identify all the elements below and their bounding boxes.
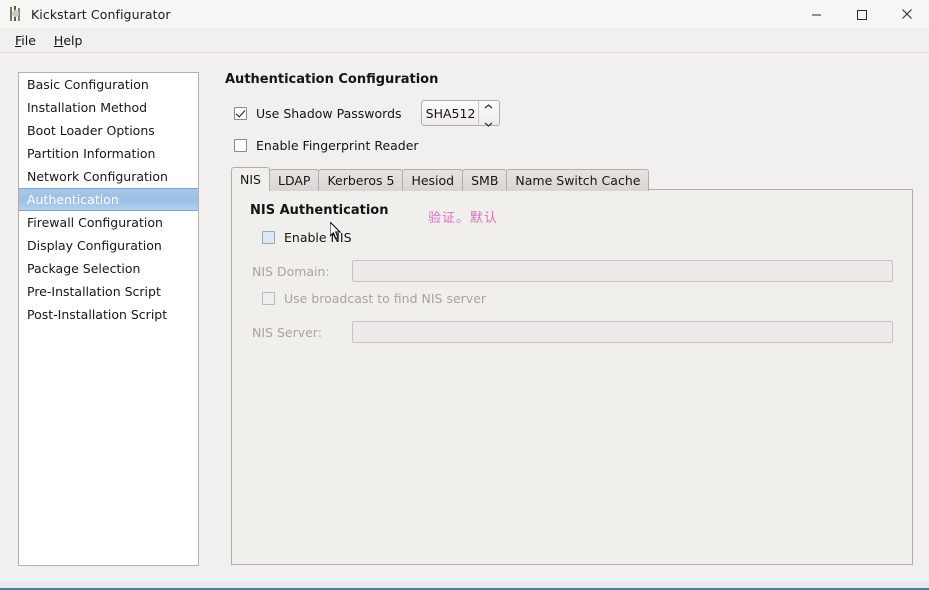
menu-help-rest: elp	[63, 33, 82, 48]
navigation-list[interactable]: Basic Configuration Installation Method …	[18, 72, 199, 566]
nis-domain-label: NIS Domain:	[252, 264, 352, 279]
fingerprint-row: Enable Fingerprint Reader	[234, 133, 915, 157]
tab-hesiod[interactable]: Hesiod	[402, 169, 463, 191]
nis-broadcast-row: Use broadcast to find NIS server	[262, 291, 486, 306]
nis-domain-row: NIS Domain:	[252, 260, 893, 282]
minimize-button[interactable]	[794, 0, 839, 28]
status-bar	[0, 581, 929, 590]
hash-algorithm-select[interactable]: SHA512	[421, 100, 500, 126]
nis-broadcast-label: Use broadcast to find NIS server	[284, 291, 486, 306]
tab-kerberos-5[interactable]: Kerberos 5	[318, 169, 403, 191]
hash-algorithm-value: SHA512	[422, 106, 478, 121]
minimize-icon	[810, 8, 823, 21]
enable-nis-row: Enable NIS	[262, 230, 352, 245]
sidebar-item-partition-information[interactable]: Partition Information	[19, 142, 198, 165]
annotation-text: 验证。默认	[428, 207, 498, 226]
menu-help[interactable]: Help	[45, 30, 92, 51]
tab-nis[interactable]: NIS	[231, 167, 270, 191]
close-icon	[900, 7, 914, 21]
chevron-up-down-icon[interactable]	[479, 97, 499, 130]
page-title: Authentication Configuration	[225, 72, 915, 87]
tab-name-switch-cache[interactable]: Name Switch Cache	[506, 169, 649, 191]
shadow-passwords-label: Use Shadow Passwords	[256, 106, 402, 121]
application-window: Kickstart Configurator File Help	[0, 0, 929, 590]
tab-smb[interactable]: SMB	[462, 169, 507, 191]
shadow-passwords-checkbox[interactable]	[234, 107, 247, 120]
app-icon	[7, 5, 25, 23]
nis-server-row: NIS Server:	[252, 321, 893, 343]
nis-section-title: NIS Authentication	[250, 203, 388, 218]
menu-file-rest: ile	[21, 33, 36, 48]
sidebar-item-authentication[interactable]: Authentication	[19, 188, 198, 211]
sidebar-item-package-selection[interactable]: Package Selection	[19, 257, 198, 280]
fingerprint-checkbox[interactable]	[234, 139, 247, 152]
window-title: Kickstart Configurator	[31, 7, 171, 22]
sidebar-item-display-configuration[interactable]: Display Configuration	[19, 234, 198, 257]
sidebar-item-boot-loader-options[interactable]: Boot Loader Options	[19, 119, 198, 142]
window-controls	[794, 0, 929, 28]
enable-nis-checkbox[interactable]	[262, 231, 275, 244]
maximize-button[interactable]	[839, 0, 884, 28]
nis-server-label: NIS Server:	[252, 325, 352, 340]
nis-server-input[interactable]	[352, 321, 893, 343]
shadow-passwords-row: Use Shadow Passwords SHA512	[234, 101, 915, 125]
sidebar-item-post-installation-script[interactable]: Post-Installation Script	[19, 303, 198, 326]
sidebar-item-firewall-configuration[interactable]: Firewall Configuration	[19, 211, 198, 234]
fingerprint-label: Enable Fingerprint Reader	[256, 138, 419, 153]
sidebar-item-basic-configuration[interactable]: Basic Configuration	[19, 73, 198, 96]
content-pane: Authentication Configuration Use Shadow …	[225, 72, 915, 157]
title-bar: Kickstart Configurator	[0, 0, 929, 29]
close-button[interactable]	[884, 0, 929, 28]
sidebar-item-installation-method[interactable]: Installation Method	[19, 96, 198, 119]
menu-file[interactable]: File	[6, 30, 45, 51]
menu-bar: File Help	[0, 28, 929, 53]
nis-domain-input[interactable]	[352, 260, 893, 282]
maximize-icon	[855, 8, 868, 21]
sidebar-item-pre-installation-script[interactable]: Pre-Installation Script	[19, 280, 198, 303]
nis-broadcast-checkbox[interactable]	[262, 292, 275, 305]
tab-bar: NIS LDAP Kerberos 5 Hesiod SMB Name Swit…	[231, 167, 648, 191]
enable-nis-label: Enable NIS	[284, 230, 352, 245]
sidebar-item-network-configuration[interactable]: Network Configuration	[19, 165, 198, 188]
tab-ldap[interactable]: LDAP	[269, 169, 319, 191]
menu-help-mnemonic: H	[54, 33, 63, 48]
nis-tab-panel: NIS Authentication 验证。默认 Enable NIS NIS …	[231, 189, 913, 565]
